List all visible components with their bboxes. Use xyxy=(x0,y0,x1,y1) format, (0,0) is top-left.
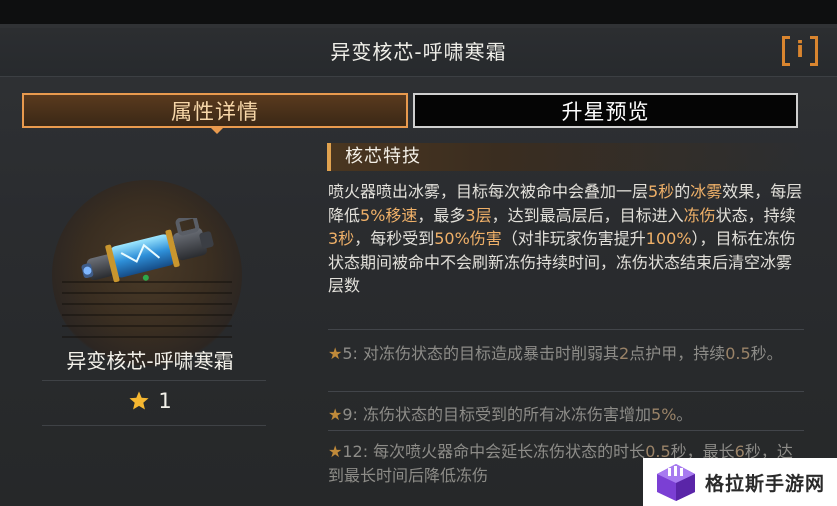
description-text: ，最多 xyxy=(417,205,466,225)
top-strip xyxy=(0,0,837,24)
perk-value: 5% xyxy=(651,405,677,424)
description-text: ，每秒受到 xyxy=(354,229,435,248)
perk-text: : 每次喷火器命中会延长冻伤状态的时长 xyxy=(362,442,646,461)
description-text: 的 xyxy=(674,182,691,201)
description-text: ，达到最高层后，目标进入 xyxy=(491,205,684,225)
star-level: 1 xyxy=(0,389,300,413)
highlight-value: 100% xyxy=(645,229,692,248)
tab-pointer-icon xyxy=(210,127,224,134)
highlight-value: 冰雾 xyxy=(690,182,723,201)
tab-attribute-details[interactable]: 属性详情 xyxy=(22,93,408,134)
perk-text: 点护甲，持续 xyxy=(629,344,726,363)
perk-level: 12 xyxy=(342,442,363,461)
perk-level: 5 xyxy=(342,344,353,363)
perk-text: 秒。 xyxy=(750,344,783,363)
perk-text: : 冻伤状态的目标受到的所有冰冻伤害增加 xyxy=(352,405,652,424)
perk-star-9: ★9: 冻伤状态的目标受到的所有冰冻伤害增加5%。 xyxy=(328,403,806,427)
tab-label: 属性详情 xyxy=(171,99,259,124)
tab-star-upgrade-preview[interactable]: 升星预览 xyxy=(413,93,798,128)
divider xyxy=(328,329,804,330)
perk-star-icon: ★ xyxy=(328,344,343,363)
perk-value: 2 xyxy=(619,344,630,363)
perk-level: 9 xyxy=(342,405,353,424)
perk-text: 。 xyxy=(676,405,693,424)
core-skill-description: 喷火器喷出冰雾，目标每次被命中会叠加一层5秒的冰雾效果，每层降低5%移速，最多3… xyxy=(328,180,804,298)
highlight-value: 冻伤 xyxy=(683,205,716,225)
info-button[interactable]: i xyxy=(782,36,818,66)
perk-text: : 对冻伤状态的目标造成暴击时削弱其 xyxy=(352,344,620,363)
highlight-value: 5%移速 xyxy=(360,205,418,225)
section-title: 核芯特技 xyxy=(345,146,421,167)
perk-star-5: ★5: 对冻伤状态的目标造成暴击时削弱其2点护甲，持续0.5秒。 xyxy=(328,342,806,366)
perk-star-icon: ★ xyxy=(328,442,343,461)
divider xyxy=(42,425,266,426)
watermark-logo-icon xyxy=(657,464,695,501)
watermark-text: 格拉斯手游网 xyxy=(705,472,826,495)
divider xyxy=(42,380,266,381)
divider xyxy=(328,430,804,431)
description-text: 喷火器喷出冰雾，目标每次被命中会叠加一层 xyxy=(328,182,649,201)
frost-flamethrower-icon xyxy=(81,218,214,283)
highlight-value: 5秒 xyxy=(648,182,675,201)
star-icon xyxy=(129,391,149,410)
title-bar: 异变核芯-呼啸寒霜 i xyxy=(0,28,837,77)
page-title: 异变核芯-呼啸寒霜 xyxy=(330,40,507,64)
perk-star-icon: ★ xyxy=(328,405,343,424)
perk-value: 0.5 xyxy=(725,344,751,363)
description-text: （对非玩家伤害提升 xyxy=(501,229,646,248)
core-skill-header: 核芯特技 xyxy=(327,143,807,171)
divider xyxy=(328,391,804,392)
highlight-value: 3层 xyxy=(465,205,492,225)
info-icon: i xyxy=(796,38,804,63)
highlight-value: 3秒 xyxy=(328,229,355,248)
description-text: 状态，持续 xyxy=(715,205,796,225)
item-name: 异变核芯-呼啸寒霜 xyxy=(66,349,234,373)
tab-label: 升星预览 xyxy=(561,99,650,124)
site-watermark: 格拉斯手游网 xyxy=(643,458,837,506)
highlight-value: 50%伤害 xyxy=(434,229,502,248)
star-count: 1 xyxy=(158,389,172,413)
